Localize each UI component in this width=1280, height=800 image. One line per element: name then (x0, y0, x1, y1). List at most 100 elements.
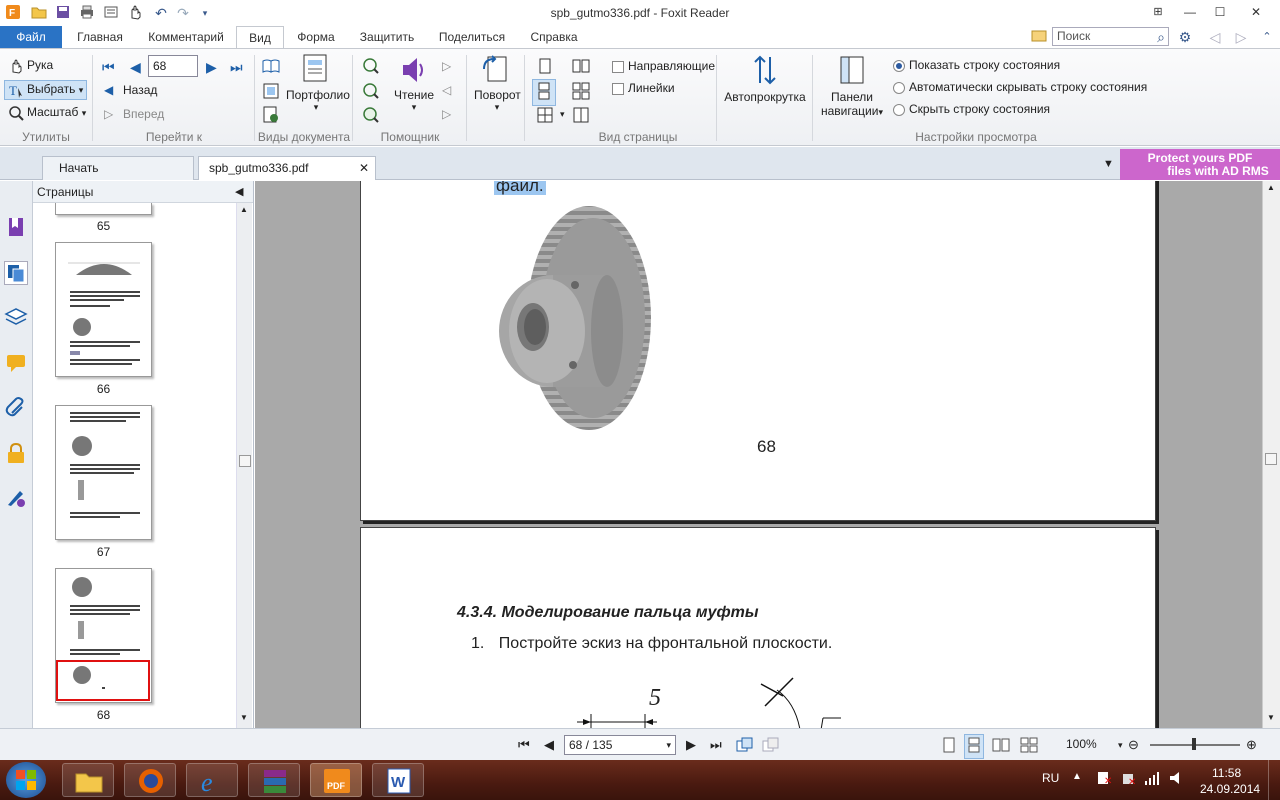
page-thumbnail-67[interactable] (55, 405, 152, 540)
search-icon[interactable]: ⌕ (1152, 28, 1170, 46)
power-icon[interactable]: ✕ (1120, 770, 1136, 789)
back-arrow-icon[interactable]: ◁ (1206, 28, 1224, 46)
single-page-view-icon[interactable] (942, 737, 956, 756)
next-page-icon[interactable]: ▶ (206, 59, 217, 76)
hide-status-radio[interactable]: Скрыть строку состояния (893, 102, 1050, 116)
select-button[interactable]: T Выбрать ▾ (4, 80, 88, 100)
prev-page-icon[interactable]: ◀ (130, 59, 141, 76)
settings-gear-icon[interactable]: ⚙ (1176, 28, 1194, 46)
collapse-ribbon-icon[interactable]: ⌃ (1258, 28, 1276, 46)
taskbar-winrar[interactable] (248, 763, 300, 797)
page-number-input[interactable]: 68 (148, 55, 198, 77)
zoom-dropdown-icon[interactable]: ▾ (1118, 740, 1123, 751)
guides-checkbox[interactable]: Направляющие (612, 59, 715, 73)
forward-button[interactable]: ▷ Вперед (104, 107, 164, 123)
page-navigation-field[interactable]: 68 / 135 ▾ (564, 735, 676, 755)
minimize-button[interactable]: — (1180, 3, 1200, 21)
pages-panel-scroll-thumb[interactable] (239, 455, 251, 467)
tab-document[interactable]: spb_gutmo336.pdf ✕ (198, 156, 376, 180)
facing-view-icon[interactable] (992, 737, 1010, 756)
document-viewport[interactable]: файл. 68 4.3.4. Моделирование пальца муф… (255, 181, 1262, 728)
auto-hide-status-radio[interactable]: Автоматически скрывать строку состояния (893, 80, 1147, 94)
scroll-down-icon[interactable]: ▼ (240, 713, 248, 722)
tab-share[interactable]: Поделиться (432, 26, 512, 48)
language-indicator[interactable]: RU (1042, 771, 1059, 785)
magnifier-icon[interactable] (362, 106, 380, 127)
document-scrollbar[interactable]: ▲ ▼ (1262, 181, 1280, 728)
zoom-in-icon[interactable]: ⊕ (1246, 737, 1257, 753)
page-thumbnail-66[interactable] (55, 242, 152, 377)
tab-view[interactable]: Вид (236, 26, 284, 48)
doc-scroll-up-icon[interactable]: ▲ (1267, 183, 1275, 192)
network-icon[interactable] (1144, 770, 1160, 789)
doc-scroll-down-icon[interactable]: ▼ (1267, 713, 1275, 722)
volume-icon[interactable] (1168, 770, 1184, 789)
restore-ribbon-icon[interactable]: ⊞ (1148, 3, 1168, 21)
tab-home[interactable]: Главная (70, 26, 130, 48)
tab-comment[interactable]: Комментарий (140, 26, 232, 48)
cover-icon[interactable] (572, 106, 590, 127)
scroll-up-icon[interactable]: ▲ (240, 205, 248, 214)
forward-arrow-icon[interactable]: ▷ (1232, 28, 1250, 46)
page-field-dropdown-icon[interactable]: ▾ (666, 736, 671, 754)
first-page-icon[interactable]: ⏮ (518, 737, 530, 753)
first-page-icon[interactable]: ⏮ (102, 59, 115, 76)
page-view-dropdown-icon[interactable]: ▾ (560, 109, 565, 120)
loupe-icon[interactable] (362, 82, 380, 103)
attachments-icon[interactable] (4, 395, 28, 419)
speak-forward-icon[interactable]: ▷ (442, 59, 451, 73)
rulers-checkbox[interactable]: Линейки (612, 81, 675, 95)
taskbar-ie[interactable]: e (186, 763, 238, 797)
previous-view-icon[interactable] (736, 737, 754, 756)
last-page-icon[interactable]: ⏭ (710, 737, 722, 753)
layers-icon[interactable] (4, 305, 28, 329)
close-button[interactable]: ✕ (1246, 3, 1266, 21)
portfolio-button[interactable]: Портфолио ▾ (286, 53, 350, 113)
tab-help[interactable]: Справка (524, 26, 584, 48)
show-status-radio[interactable]: Показать строку состояния (893, 58, 1060, 72)
read-mode-icon[interactable] (262, 57, 280, 78)
pages-panel-scrollbar[interactable]: ▲ ▼ (236, 203, 252, 728)
rotate-button[interactable]: Поворот ▾ (474, 55, 521, 113)
taskbar-explorer[interactable] (62, 763, 114, 797)
start-button[interactable] (6, 762, 46, 798)
nav-panels-button[interactable]: Панели навигации▾ (818, 55, 886, 118)
clock-date[interactable]: 24.09.2014 (1200, 782, 1260, 796)
clock-time[interactable]: 11:58 (1212, 766, 1241, 780)
security-lock-icon[interactable] (4, 441, 28, 465)
pages-icon[interactable] (4, 261, 28, 285)
speak-stop-icon[interactable]: ▷ (442, 107, 451, 121)
tab-list-dropdown-icon[interactable]: ▼ (1103, 158, 1114, 170)
bookmarks-icon[interactable] (4, 215, 28, 239)
next-page-icon[interactable]: ▶ (686, 737, 696, 753)
collapse-panel-icon[interactable]: ◀ (235, 181, 243, 203)
zoom-out-icon[interactable]: ⊖ (1128, 737, 1139, 753)
skin-icon[interactable] (1030, 29, 1048, 47)
taskbar-word[interactable]: W (372, 763, 424, 797)
show-desktop-button[interactable] (1268, 760, 1280, 800)
back-button[interactable]: ◀ Назад (104, 83, 157, 99)
single-page-icon[interactable] (536, 57, 554, 78)
continuous-facing-icon[interactable] (572, 82, 590, 103)
promo-banner[interactable]: Protect yours PDF files with AD RMS (1120, 149, 1280, 180)
document-scroll-thumb[interactable] (1265, 453, 1277, 465)
reading-button[interactable]: Чтение ▾ (392, 55, 436, 113)
marquee-icon[interactable] (362, 57, 380, 78)
reflow-icon[interactable] (262, 106, 280, 127)
tab-file[interactable]: Файл (0, 26, 62, 48)
last-page-icon[interactable]: ⏭ (230, 59, 243, 76)
zoom-button[interactable]: Масштаб ▾ (8, 105, 86, 121)
action-center-icon[interactable]: ✕ (1096, 770, 1112, 789)
continuous-facing-view-icon[interactable] (1020, 737, 1038, 756)
zoom-slider-handle[interactable] (1192, 738, 1196, 750)
taskbar-foxit[interactable]: PDF (310, 763, 362, 797)
maximize-button[interactable]: ☐ (1210, 3, 1230, 21)
fullscreen-icon[interactable] (262, 82, 280, 103)
continuous-icon[interactable] (532, 79, 556, 106)
show-hidden-icons-icon[interactable]: ▲ (1072, 771, 1082, 782)
next-view-icon[interactable] (762, 737, 780, 756)
continuous-view-icon[interactable] (964, 734, 984, 759)
tab-protect[interactable]: Защитить (352, 26, 422, 48)
close-tab-icon[interactable]: ✕ (359, 157, 369, 179)
comments-icon[interactable] (4, 351, 28, 375)
